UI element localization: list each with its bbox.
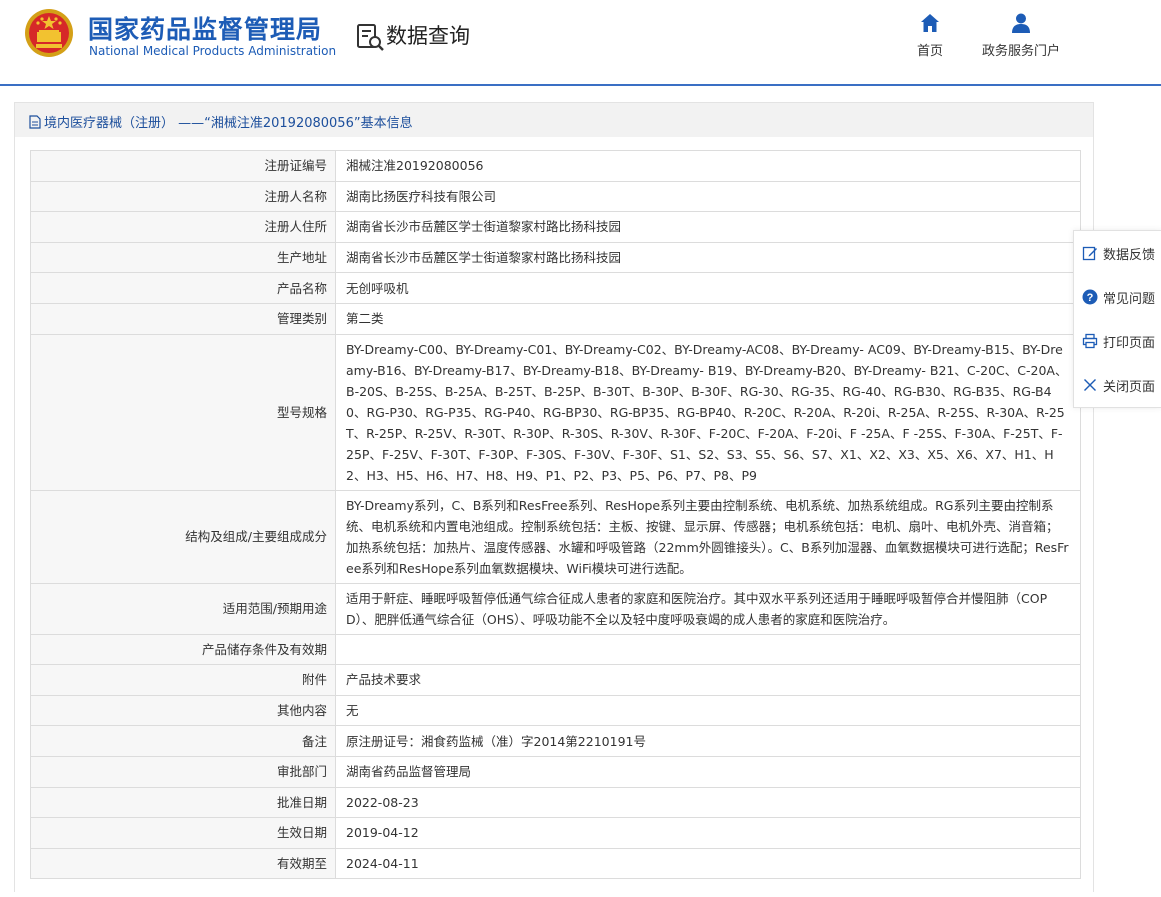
document-icon: [29, 115, 41, 129]
agency-name-cn: 国家药品监督管理局: [88, 15, 323, 44]
field-label: 注册人住所: [30, 211, 336, 243]
agency-name-en: National Medical Products Administration: [89, 44, 337, 58]
field-label: 生产地址: [30, 241, 336, 274]
table-row: 产品名称 无创呼吸机: [30, 272, 1081, 304]
table-row: 有效期至 2024-04-11: [30, 847, 1081, 880]
print-button[interactable]: 打印页面: [1074, 319, 1161, 363]
table-row: 生效日期 2019-04-12: [30, 817, 1081, 849]
detail-card: 注册证编号 湘械注准20192080056 注册人名称 湖南比扬医疗科技有限公司 注册人…: [15, 137, 1093, 897]
detail-panel: 境内医疗器械（注册） ——“湘械注准20192080056”基本信息 注册证编号…: [14, 102, 1094, 897]
print-icon: [1082, 333, 1098, 349]
field-value: 第二类: [335, 302, 1081, 335]
field-value: 无创呼吸机: [335, 272, 1081, 304]
field-label: 生效日期: [30, 817, 336, 849]
field-value: 原注册证号：湘食药监械（准）字2014第2210191号: [335, 725, 1081, 757]
table-row: 注册证编号 湘械注准20192080056: [30, 150, 1081, 182]
field-label: 产品储存条件及有效期: [30, 633, 336, 666]
faq-label: 常见问题: [1103, 291, 1156, 307]
field-value: 2022-08-23: [335, 786, 1081, 819]
floating-toolbar: 数据反馈 ? 常见问题 打印页面 关闭页面: [1073, 230, 1161, 408]
feedback-button[interactable]: 数据反馈: [1074, 231, 1161, 275]
table-row: 型号规格 BY-Dreamy-C00、BY-Dreamy-C01、BY-Dream…: [30, 333, 1081, 491]
field-value: [335, 633, 1081, 666]
nav-home[interactable]: 首页: [912, 12, 948, 59]
field-label: 注册证编号: [30, 150, 336, 182]
edit-icon: [1082, 246, 1097, 261]
nav-service-portal-label: 政务服务门户: [981, 44, 1060, 59]
question-icon: ?: [1082, 289, 1098, 305]
panel-title-text: 境内医疗器械（注册） ——“湘械注准20192080056”基本信息: [44, 116, 413, 131]
field-value: 湘械注准20192080056: [335, 150, 1081, 182]
table-row: 附件 产品技术要求: [30, 664, 1081, 696]
nav-service-portal[interactable]: 政务服务门户: [980, 12, 1062, 59]
field-label: 其他内容: [30, 694, 336, 727]
field-value: 产品技术要求: [335, 664, 1081, 696]
field-value: 2024-04-11: [335, 847, 1081, 880]
field-value: BY-Dreamy-C00、BY-Dreamy-C01、BY-Dreamy-C0…: [335, 333, 1081, 491]
close-icon: [1084, 379, 1096, 391]
close-page-button[interactable]: 关闭页面: [1074, 363, 1161, 407]
table-row: 其他内容无: [30, 694, 1081, 727]
field-value: 2019-04-12: [335, 817, 1081, 849]
table-row: 适用范围/预期用途 适用于鼾症、睡眠呼吸暂停低通气综合征成人患者的家庭和医院治疗。…: [30, 582, 1081, 635]
field-value: BY-Dreamy系列，C、B系列和ResFree系列、ResHope系列主要由…: [335, 489, 1081, 584]
table-row: 批准日期 2022-08-23: [30, 786, 1081, 819]
document-search-icon: [357, 24, 384, 51]
faq-button[interactable]: ? 常见问题: [1074, 275, 1161, 319]
field-label: 结构及组成/主要组成成分: [30, 489, 336, 584]
field-value: 适用于鼾症、睡眠呼吸暂停低通气综合征成人患者的家庭和医院治疗。其中双水平系列还适…: [335, 582, 1081, 635]
field-label: 有效期至: [30, 847, 336, 880]
nav-home-label: 首页: [916, 44, 943, 59]
field-label: 备注: [30, 725, 336, 757]
field-label: 审批部门: [30, 755, 336, 788]
table-row: 备注 原注册证号：湘食药监械（准）字2014第2210191号: [30, 725, 1081, 757]
field-label: 注册人名称: [30, 180, 336, 213]
close-page-label: 关闭页面: [1103, 379, 1156, 395]
table-row: 生产地址 湖南省长沙市岳麓区学士街道黎家村路比扬科技园: [30, 241, 1081, 274]
home-icon: [921, 14, 939, 32]
registration-info-table: 注册证编号 湘械注准20192080056 注册人名称 湖南比扬医疗科技有限公司 注册人…: [30, 150, 1081, 880]
table-row: 管理类别 第二类: [30, 302, 1081, 335]
site-header: 国家药品监督管理局 National Medical Products Admi…: [0, 0, 1161, 86]
table-row: 产品储存条件及有效期: [30, 633, 1081, 666]
field-label: 型号规格: [30, 333, 336, 491]
national-emblem-icon: [25, 9, 73, 57]
field-label: 适用范围/预期用途: [30, 582, 336, 635]
field-value: 湖南省药品监督管理局: [335, 755, 1081, 788]
field-value: 湖南省长沙市岳麓区学士街道黎家村路比扬科技园: [335, 211, 1081, 243]
user-icon: [1012, 13, 1030, 33]
print-label: 打印页面: [1103, 335, 1156, 351]
field-label: 管理类别: [30, 302, 336, 335]
field-label: 附件: [30, 664, 336, 696]
table-row: 注册人名称 湖南比扬医疗科技有限公司: [30, 180, 1081, 213]
field-value: 无: [335, 694, 1081, 727]
table-row: 结构及组成/主要组成成分 BY-Dreamy系列，C、B系列和ResFree系列、…: [30, 489, 1081, 584]
field-label: 产品名称: [30, 272, 336, 304]
field-value: 湖南省长沙市岳麓区学士街道黎家村路比扬科技园: [335, 241, 1081, 274]
svg-text:?: ?: [1087, 292, 1094, 304]
panel-title: 境内医疗器械（注册） ——“湘械注准20192080056”基本信息: [29, 112, 413, 131]
table-row: 注册人住所 湖南省长沙市岳麓区学士街道黎家村路比扬科技园: [30, 211, 1081, 243]
field-label: 批准日期: [30, 786, 336, 819]
table-row: 审批部门 湖南省药品监督管理局: [30, 755, 1081, 788]
page-title: 数据查询: [386, 24, 470, 48]
field-value: 湖南比扬医疗科技有限公司: [335, 180, 1081, 213]
feedback-label: 数据反馈: [1103, 247, 1156, 263]
